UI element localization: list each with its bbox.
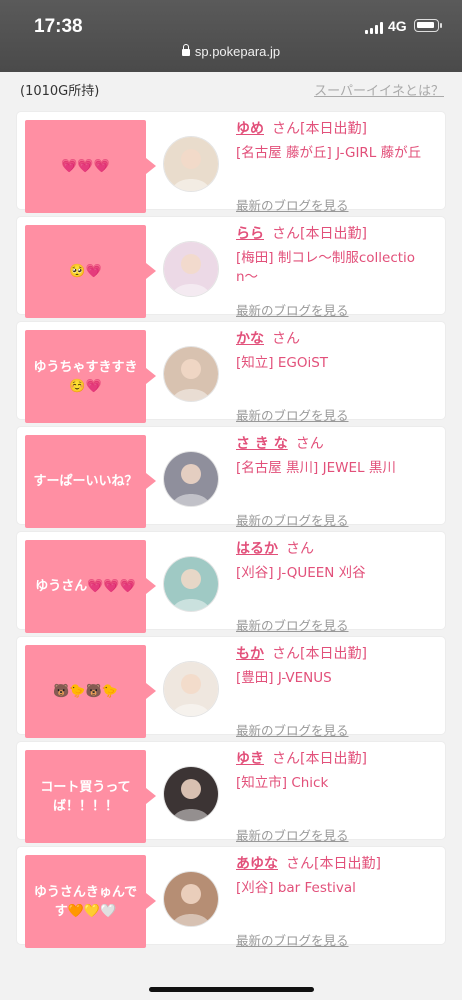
message-bubble: ゆうさん💗💗💗 [25,540,156,633]
home-indicator [149,987,314,992]
network-type: 4G [388,18,407,34]
message-bubble: 🥺💗 [25,225,156,318]
avatar[interactable] [164,347,218,401]
blog-link[interactable]: 最新のブログを見る [236,615,349,634]
url-text: sp.pokepara.jp [194,44,281,59]
list-item: ゆうさん💗💗💗 はるか さん [刈谷] J-QUEEN 刈谷 最新のブログを見る [17,532,445,633]
cast-status: さん [286,541,314,557]
cast-status: さん[本日出勤] [286,856,381,872]
cast-status: さん[本日出勤] [272,751,367,767]
address-bar[interactable]: sp.pokepara.jp [0,44,462,59]
store-name: [知立市] Chick [236,775,329,791]
message-bubble: ゆうさんきゅんです🧡💛🤍 [25,855,156,948]
cast-name-link[interactable]: はるか [236,541,278,557]
cast-name-link[interactable]: かな [236,331,264,347]
lock-icon [181,44,190,56]
list-item: 🐻🐤🐻🐤 もか さん[本日出勤] [豊田] J-VENUS 最新のブログを見る [17,637,445,738]
cast-name-link[interactable]: ゆき [236,751,264,767]
store-name: [刈谷] bar Festival [236,880,356,896]
cast-name-link[interactable]: さ き な [236,436,288,452]
blog-link[interactable]: 最新のブログを見る [236,510,349,529]
blog-link[interactable]: 最新のブログを見る [236,930,349,949]
signal-icon [365,22,383,34]
blog-link[interactable]: 最新のブログを見る [236,825,349,844]
list-item: コート買うってば！！！！ ゆき さん[本日出勤] [知立市] Chick 最新のブ… [17,742,445,843]
message-bubble: ゆうちゃすきすき☺️💗 [25,330,156,423]
blog-link[interactable]: 最新のブログを見る [236,300,349,319]
store-name: [豊田] J-VENUS [236,670,332,686]
cast-name-link[interactable]: あゆな [236,856,278,872]
message-bubble: すーぱーいいね？ [25,435,156,528]
battery-icon [414,19,442,32]
cast-name-link[interactable]: もか [236,646,264,662]
list-item: 🥺💗 らら さん[本日出勤] [梅田] 制コレ〜制服collection〜 最新の… [17,217,445,318]
cast-status: さん[本日出勤] [272,646,367,662]
blog-link[interactable]: 最新のブログを見る [236,405,349,424]
avatar[interactable] [164,767,218,821]
list-item: 💗💗💗 ゆめ さん[本日出勤] [名古屋 藤が丘] J-GIRL 藤が丘 最新のブ… [17,112,445,213]
points-balance: (1010G所持) [20,84,100,99]
list-item: ゆうさんきゅんです🧡💛🤍 あゆな さん[本日出勤] [刈谷] bar Festiv… [17,847,445,948]
message-bubble: コート買うってば！！！！ [25,750,156,843]
avatar[interactable] [164,137,218,191]
blog-link[interactable]: 最新のブログを見る [236,195,349,214]
avatar[interactable] [164,662,218,716]
super-iine-help-link[interactable]: スーパーイイネとは？ [314,80,444,99]
store-name: [刈谷] J-QUEEN 刈谷 [236,565,366,581]
avatar[interactable] [164,557,218,611]
message-bubble: 🐻🐤🐻🐤 [25,645,156,738]
cast-status: さん[本日出勤] [272,121,367,137]
cast-status: さん[本日出勤] [272,226,367,242]
blog-link[interactable]: 最新のブログを見る [236,720,349,739]
avatar[interactable] [164,452,218,506]
message-bubble: 💗💗💗 [25,120,156,213]
iine-list: 💗💗💗 ゆめ さん[本日出勤] [名古屋 藤が丘] J-GIRL 藤が丘 最新のブ… [17,112,445,952]
status-time: 17:38 [34,16,83,37]
store-name: [梅田] 制コレ〜制服collection〜 [236,250,416,285]
list-item: ゆうちゃすきすき☺️💗 かな さん [知立] EGOiST 最新のブログを見る [17,322,445,423]
list-item: すーぱーいいね？ さ き なさん [名古屋 黒川] JEWEL 黒川 最新のブロ… [17,427,445,528]
avatar[interactable] [164,242,218,296]
store-name: [知立] EGOiST [236,355,329,371]
cast-name-link[interactable]: ゆめ [236,121,264,137]
store-name: [名古屋 黒川] JEWEL 黒川 [236,460,396,476]
cast-status: さん [295,436,324,452]
cast-name-link[interactable]: らら [236,226,264,242]
cast-status: さん [272,331,300,347]
avatar[interactable] [164,872,218,926]
store-name: [名古屋 藤が丘] J-GIRL 藤が丘 [236,145,422,161]
browser-status-bar: 17:38 4G sp.pokepara.jp [0,0,462,72]
